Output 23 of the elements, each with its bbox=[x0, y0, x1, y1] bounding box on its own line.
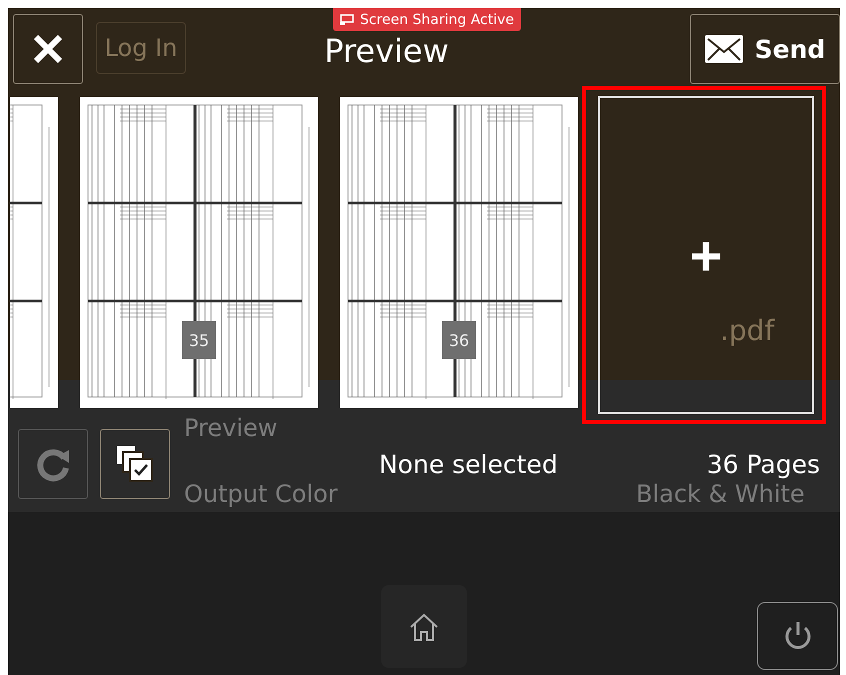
selection-status: None selected bbox=[378, 450, 559, 478]
file-extension: .pdf bbox=[720, 314, 774, 347]
close-icon bbox=[31, 32, 65, 66]
page-number: 35 bbox=[182, 321, 216, 359]
page-thumbnail[interactable] bbox=[340, 97, 578, 408]
power-button[interactable] bbox=[757, 602, 838, 670]
select-pages-icon bbox=[116, 445, 154, 483]
close-button[interactable] bbox=[13, 14, 83, 84]
page-count: 36 Pages bbox=[706, 450, 820, 478]
page-number: 36 bbox=[442, 321, 476, 359]
setting-label: Output Color bbox=[184, 480, 338, 508]
envelope-icon bbox=[704, 35, 743, 63]
setting-label: Preview bbox=[184, 414, 278, 442]
home-button[interactable] bbox=[381, 585, 467, 668]
page-thumbnail[interactable] bbox=[80, 97, 318, 408]
select-all-button[interactable] bbox=[100, 429, 170, 499]
banner-text: Screen Sharing Active bbox=[360, 12, 514, 28]
screen-share-icon bbox=[340, 14, 354, 25]
send-button[interactable]: Send bbox=[690, 14, 840, 84]
screen-title: Preview bbox=[324, 32, 449, 70]
home-icon bbox=[408, 612, 440, 642]
setting-value: Black & White bbox=[636, 480, 805, 508]
rotate-button[interactable] bbox=[18, 429, 88, 499]
